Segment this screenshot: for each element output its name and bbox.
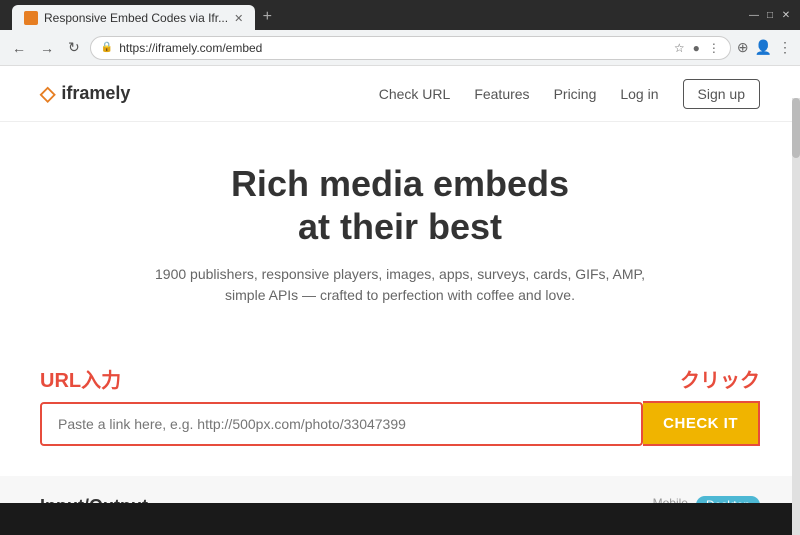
url-input-area: URL入力 クリック CHECK IT	[0, 364, 800, 476]
scrollbar[interactable]	[792, 98, 800, 535]
address-bar: ← → ↻ 🔒 https://iframely.com/embed ☆ ● ⋮…	[0, 30, 800, 66]
scrollbar-thumb[interactable]	[792, 98, 800, 158]
url-bar[interactable]: 🔒 https://iframely.com/embed ☆ ● ⋮	[90, 36, 731, 60]
nav-links: Check URL Features Pricing Log in Sign u…	[379, 79, 760, 109]
user-icon[interactable]: 👤	[755, 39, 772, 56]
url-input[interactable]	[40, 402, 643, 446]
new-tab-button[interactable]: +	[255, 5, 279, 29]
url-annotation-label: URL入力	[40, 364, 121, 393]
mobile-tab[interactable]: Mobile	[653, 496, 688, 503]
logo-text: iframely	[61, 83, 130, 104]
browser-toolbar: ⊕ 👤 ⋮	[737, 39, 792, 56]
site-logo[interactable]: ◇ iframely	[40, 81, 130, 106]
forward-button[interactable]: →	[36, 38, 58, 58]
url-bar-actions: ☆ ● ⋮	[674, 41, 720, 55]
hero-subtitle: 1900 publishers, responsive players, ima…	[150, 264, 650, 306]
tab-close-button[interactable]: ✕	[234, 12, 243, 25]
maximize-button[interactable]: □	[764, 9, 776, 21]
signup-button[interactable]: Sign up	[683, 79, 760, 109]
window-chrome: Responsive Embed Codes via Ifr... ✕ + — …	[0, 0, 800, 30]
check-it-button[interactable]: CHECK IT	[643, 401, 760, 446]
nav-features[interactable]: Features	[474, 86, 529, 102]
minimize-button[interactable]: —	[748, 9, 760, 21]
browser-icon: ●	[693, 41, 700, 55]
output-panel: Input/Output Terri Timely / Oct 6, 2015 …	[40, 496, 540, 503]
window-controls: — □ ✕	[748, 9, 792, 21]
nav-login[interactable]: Log in	[620, 86, 658, 102]
hero-section: Rich media embeds at their best 1900 pub…	[0, 122, 800, 364]
back-button[interactable]: ←	[8, 38, 30, 58]
menu-icon[interactable]: ⋮	[778, 39, 792, 56]
lower-section: Input/Output Terri Timely / Oct 6, 2015 …	[0, 476, 800, 503]
desktop-tab[interactable]: Desktop	[696, 496, 760, 503]
view-tabs: Mobile Desktop	[560, 496, 760, 503]
url-text: https://iframely.com/embed	[119, 41, 262, 55]
lock-icon: 🔒	[101, 42, 113, 53]
bookmark-icon[interactable]: ☆	[674, 41, 685, 55]
refresh-button[interactable]: ↻	[64, 37, 84, 58]
extensions-icon[interactable]: ⊕	[737, 39, 749, 56]
click-annotation-label: クリック	[680, 364, 760, 393]
url-input-wrapper: CHECK IT	[40, 401, 760, 446]
close-button[interactable]: ✕	[780, 9, 792, 21]
tab-title: Responsive Embed Codes via Ifr...	[44, 11, 228, 25]
output-title: Input/Output	[40, 496, 540, 503]
active-tab[interactable]: Responsive Embed Codes via Ifr... ✕	[12, 5, 255, 31]
page-content: ◇ iframely Check URL Features Pricing Lo…	[0, 66, 800, 503]
more-icon[interactable]: ⋮	[708, 41, 720, 55]
logo-icon: ◇	[40, 81, 55, 106]
tab-favicon	[24, 11, 38, 25]
right-panel: Mobile Desktop BEST OF THE YEAR	[560, 496, 760, 503]
hero-title: Rich media embeds at their best	[20, 162, 780, 248]
nav-pricing[interactable]: Pricing	[554, 86, 597, 102]
nav-check-url[interactable]: Check URL	[379, 86, 451, 102]
site-nav: ◇ iframely Check URL Features Pricing Lo…	[0, 66, 800, 122]
